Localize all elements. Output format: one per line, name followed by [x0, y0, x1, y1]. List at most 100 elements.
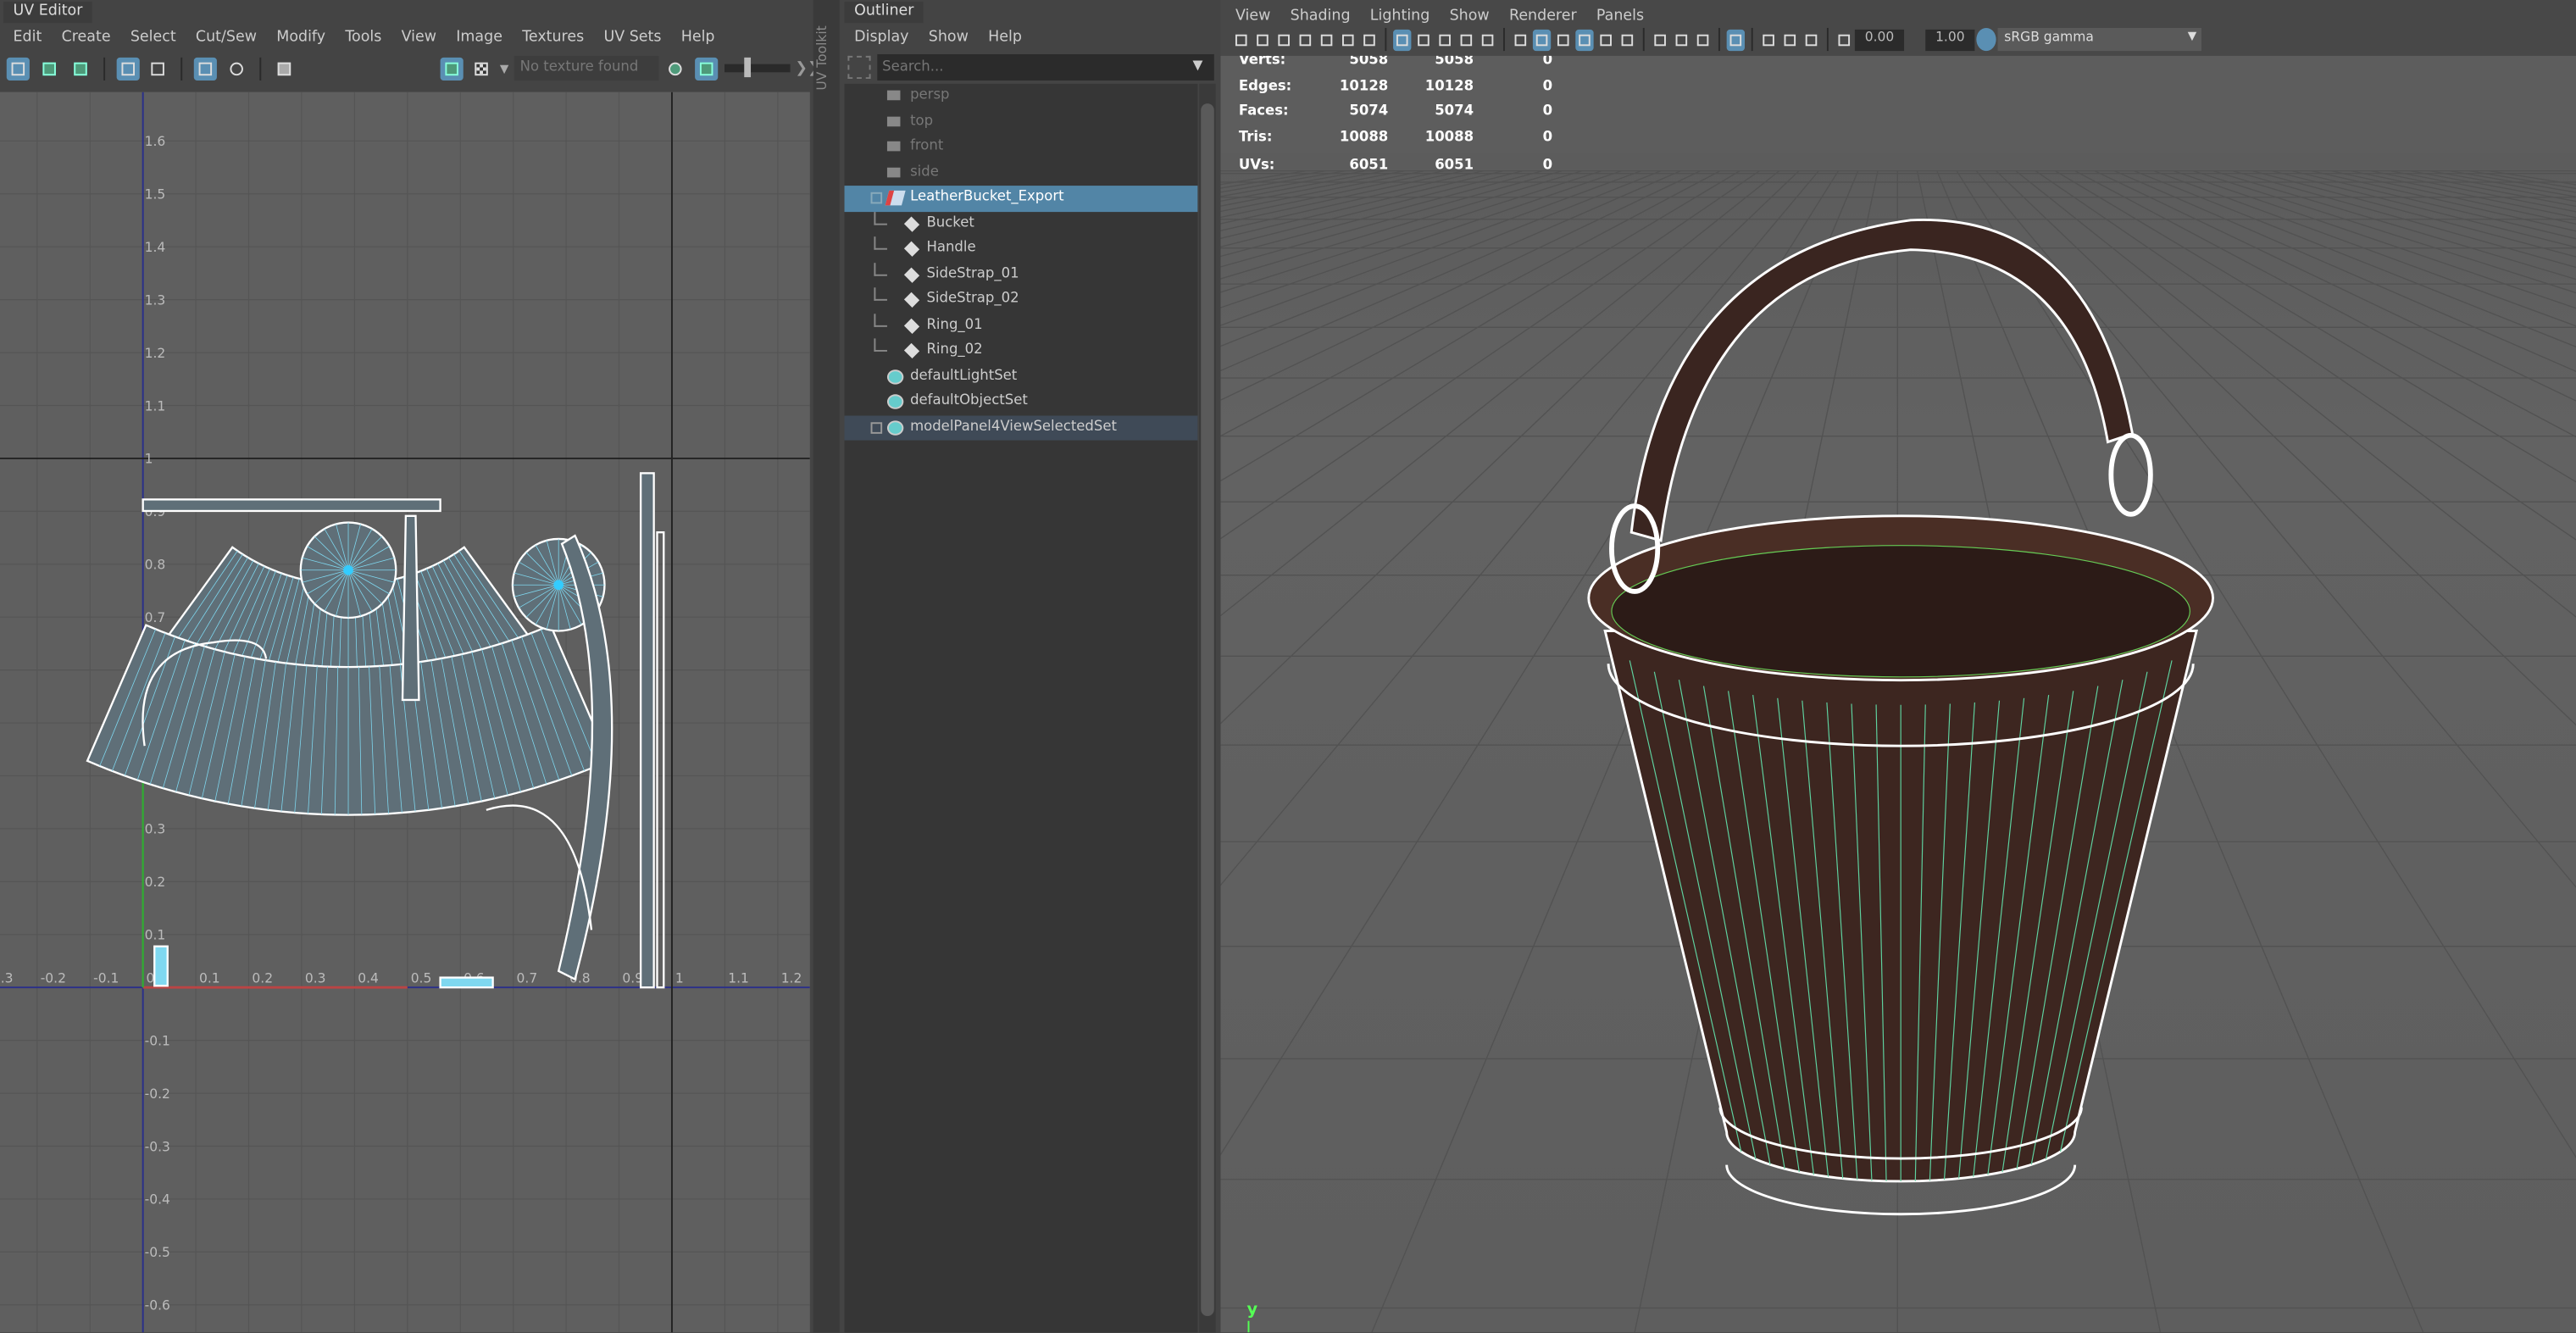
menu-help[interactable]: Help — [671, 29, 724, 45]
menu-show[interactable]: Show — [919, 29, 978, 45]
camera-icon[interactable] — [1232, 29, 1250, 50]
outliner-item[interactable]: Ring_02 — [845, 338, 1198, 364]
menu-modify[interactable]: Modify — [267, 29, 336, 45]
uv-shell-small[interactable] — [153, 945, 169, 987]
outliner-item[interactable]: Ring_01 — [845, 313, 1198, 338]
uv-toolkit-label[interactable]: UV Toolkit — [815, 25, 830, 90]
image-brightness-slider[interactable] — [724, 57, 791, 78]
search-dropdown-icon[interactable]: ▼ — [1193, 58, 1203, 72]
color-space-dropdown[interactable]: sRGB gamma ▼ — [1997, 27, 2201, 52]
image-plane-icon[interactable] — [1296, 29, 1314, 50]
uv-shell-strap-2[interactable] — [401, 514, 420, 702]
menu-create[interactable]: Create — [52, 29, 120, 45]
menu-lighting[interactable]: Lighting — [1360, 8, 1440, 24]
xray-icon[interactable] — [1339, 29, 1357, 50]
display-image-icon[interactable] — [439, 56, 463, 81]
use-all-lights-icon[interactable] — [1596, 29, 1614, 50]
uv-toolkit-strip[interactable]: UV Toolkit — [813, 0, 840, 1333]
menu-view[interactable]: View — [1225, 8, 1280, 24]
wireframe-icon[interactable] — [1512, 29, 1530, 50]
checker-icon[interactable] — [470, 57, 493, 80]
uv-mode-icon[interactable] — [37, 57, 60, 80]
menu-uvsets[interactable]: UV Sets — [594, 29, 671, 45]
outliner-item[interactable]: defaultObjectSet — [845, 389, 1198, 414]
grid-icon[interactable] — [147, 57, 169, 80]
outliner-item[interactable]: modelPanel4ViewSelectedSet — [844, 414, 1198, 441]
grid-view-icon[interactable] — [115, 56, 139, 81]
uv-shell-handle[interactable] — [639, 472, 655, 989]
menu-image[interactable]: Image — [447, 29, 513, 45]
viewport-3d[interactable]: Verts: 5058 5058 0 Edges: 10128 10128 0 Faces: 50… — [1220, 55, 2576, 1333]
menu-select[interactable]: Select — [120, 29, 186, 45]
isolate-select-icon[interactable] — [1726, 28, 1745, 51]
wireframe-grid-icon[interactable] — [1393, 28, 1412, 51]
hud-stat-label: UVs: — [1238, 158, 1275, 175]
outliner-item[interactable]: defaultLightSet — [845, 364, 1198, 389]
isolate-icon[interactable] — [1360, 29, 1378, 50]
tab-outliner[interactable]: Outliner — [844, 1, 924, 24]
gamma-icon[interactable] — [1906, 28, 1924, 51]
menu-shading[interactable]: Shading — [1280, 8, 1360, 24]
outliner-item[interactable]: SideStrap_02 — [845, 287, 1198, 313]
rgb-channels-icon[interactable] — [664, 57, 687, 80]
image-dim-icon[interactable] — [695, 56, 719, 81]
grid-snap-icon[interactable] — [1318, 29, 1335, 50]
isolate-icon[interactable] — [225, 57, 248, 80]
bookmark-icon[interactable] — [1253, 29, 1271, 50]
uv-shell-strap[interactable] — [142, 498, 441, 513]
outliner-item[interactable]: persp — [845, 84, 1198, 109]
exposure-icon[interactable] — [1835, 29, 1853, 50]
outliner-item[interactable]: SideStrap_01 — [845, 262, 1198, 287]
bucket-model[interactable] — [1587, 219, 2214, 1216]
menu-show[interactable]: Show — [1440, 8, 1499, 24]
outliner-item[interactable]: top — [845, 109, 1198, 135]
outliner-item[interactable]: side — [845, 160, 1198, 186]
menu-edit[interactable]: Edit — [3, 29, 52, 45]
uv-shell-mode-icon[interactable] — [69, 57, 92, 80]
outliner-item[interactable]: Bucket — [845, 211, 1198, 236]
smooth-shade-icon[interactable] — [1532, 28, 1552, 51]
textured-icon[interactable] — [1575, 28, 1594, 51]
tab-uv-editor[interactable]: UV Editor — [3, 1, 93, 24]
resolution-gate-icon[interactable] — [1435, 29, 1453, 50]
outliner-item[interactable]: Handle — [845, 236, 1198, 262]
outliner-scrollbar[interactable] — [1199, 83, 1216, 1333]
menu-cutsew[interactable]: Cut/Sew — [186, 29, 266, 45]
menu-display[interactable]: Display — [845, 29, 919, 45]
xray-active-icon[interactable] — [1781, 29, 1799, 50]
outliner-search-input[interactable] — [877, 53, 1214, 81]
backface-icon[interactable] — [1802, 29, 1820, 50]
menu-tools[interactable]: Tools — [336, 29, 391, 45]
menu-view[interactable]: View — [391, 29, 447, 45]
uv-shell-small[interactable] — [439, 976, 494, 989]
filter-icon[interactable] — [847, 55, 871, 80]
menu-panels[interactable]: Panels — [1586, 8, 1653, 24]
color-management-toggle-icon[interactable] — [1976, 27, 1996, 52]
snapshot-camera-icon[interactable] — [272, 57, 295, 80]
texture-dropdown-arrow-icon[interactable]: ▼ — [500, 63, 508, 76]
exposure-field[interactable]: 0.00 — [1854, 28, 1905, 51]
uv-editor-canvas[interactable]: -0.3-0.2-0.100.10.20.30.40.50.60.70.80.9… — [0, 92, 810, 1333]
motion-blur-icon[interactable] — [1651, 29, 1668, 50]
safe-action-icon[interactable] — [1457, 29, 1475, 50]
texture-field[interactable]: No texture found — [513, 55, 658, 81]
uv-shell-select-icon[interactable] — [6, 56, 30, 81]
aa-icon[interactable] — [1673, 29, 1690, 50]
shadows-icon[interactable] — [1618, 29, 1636, 50]
snap-grid-icon[interactable] — [194, 56, 218, 81]
xray-joints-icon[interactable] — [1759, 29, 1777, 50]
cam-attr-icon[interactable] — [1274, 29, 1292, 50]
gamma-field[interactable]: 1.00 — [1925, 28, 1975, 51]
field-chart-icon[interactable] — [1479, 29, 1496, 50]
menu-renderer[interactable]: Renderer — [1499, 8, 1586, 24]
film-gate-icon[interactable] — [1414, 29, 1432, 50]
dof-icon[interactable] — [1694, 29, 1712, 50]
menu-help[interactable]: Help — [979, 29, 1032, 45]
default-material-icon[interactable] — [1554, 29, 1572, 50]
uv-shells[interactable] — [86, 472, 665, 989]
expand-icon[interactable] — [870, 421, 883, 433]
outliner-item[interactable]: LeatherBucket_Export — [844, 186, 1198, 212]
menu-textures[interactable]: Textures — [513, 29, 594, 45]
outliner-item[interactable]: front — [845, 135, 1198, 160]
collapse-icon[interactable] — [870, 192, 883, 204]
